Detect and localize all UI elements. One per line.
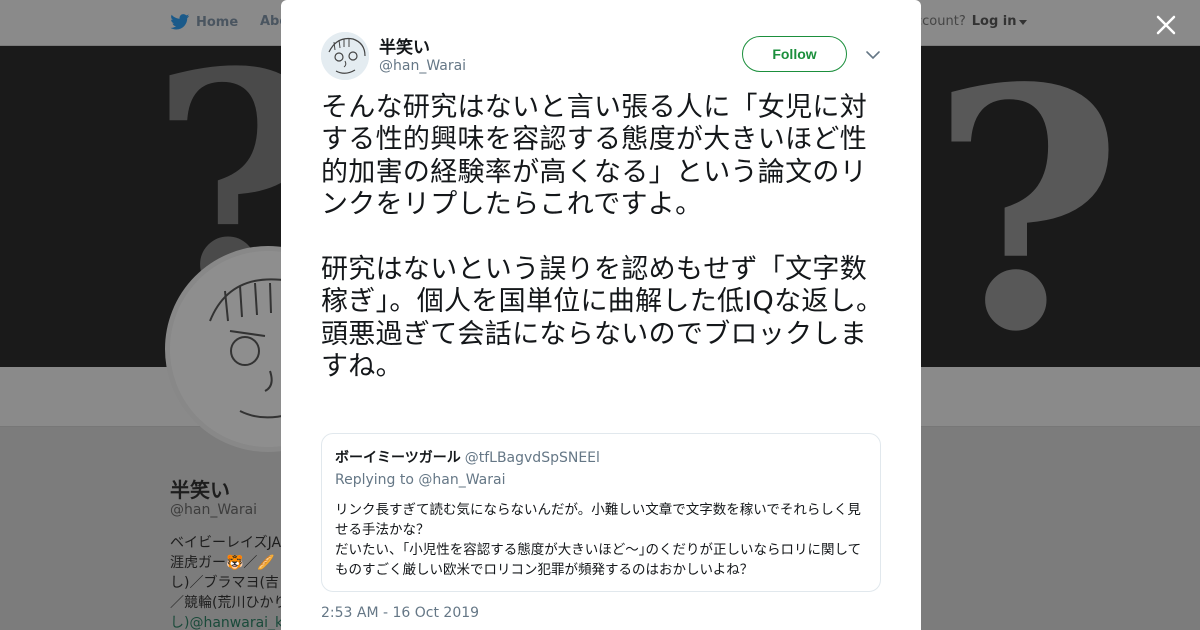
close-icon [1156,15,1176,35]
nav-home[interactable]: Home [170,14,238,30]
account-prompt: ccount? [915,14,966,29]
login-link[interactable]: Log in [972,14,1017,29]
quoted-body-line: リンク長すぎて読む気にならないんだが。小難しい文章で文字数を稼いでそれらしく見せ… [335,502,861,538]
profile-bio: ベイビーレイズJA 涯虎ガー🐯／🥖 し)／ブラマヨ(吉 ／競輪(荒川ひかり し)… [170,533,285,630]
follow-button[interactable]: Follow [742,36,847,72]
bio-line-link[interactable]: し)@hanwarai_ke [170,613,285,630]
tweet-author-handle[interactable]: @han_Warai [379,58,466,74]
tweet-author-name[interactable]: 半笑い [379,33,430,58]
bio-line: し)／ブラマヨ(吉 [170,575,279,591]
tweet-timestamp[interactable]: 2:53 AM - 16 Oct 2019 [321,605,479,621]
tweet-options-caret[interactable] [865,47,881,63]
bio-line: ベイビーレイズJA [170,535,282,551]
tweet-paragraph: 研究はないという誤りを認めもせず「文字数稼ぎ」。個人を国単位に曲解した低IQな返… [321,254,884,318]
nav-login[interactable]: ccount? Log in [915,14,1027,29]
chevron-down-icon [866,51,880,60]
quoted-tweet-card[interactable]: ボーイミーツガール @tfLBagvdSpSNEEl Replying to @h… [321,433,881,592]
close-button[interactable] [1153,12,1179,38]
caret-down-icon [1018,19,1027,25]
bio-line: 涯虎ガー🐯／🥖 [170,555,275,571]
tweet-paragraph: そんな研究はないと言い張る人に「女児に対する性的興味を容認する態度が大きいほど性… [321,92,867,221]
profile-handle: @han_Warai [170,502,258,518]
bio-line: ／競輪(荒川ひかり [170,595,285,611]
profile-name: 半笑い [170,478,230,502]
quoted-body: リンク長すぎて読む気にならないんだが。小難しい文章で文字数を稼いでそれらしく見せ… [335,500,869,580]
quoted-replying-to: Replying to @han_Warai [335,472,506,488]
tweet-author-avatar[interactable] [321,32,369,80]
quoted-author-name: ボーイミーツガール [335,450,461,466]
twitter-bird-icon [170,14,190,30]
tweet-paragraph: 頭悪過ぎて会話にならないのでブロックしますね。 [321,318,867,383]
tweet-text: そんな研究はないと言い張る人に「女児に対する性的興味を容認する態度が大きいほど性… [321,92,886,384]
nav-home-label: Home [196,14,239,30]
quoted-author-handle: @tfLBagvdSpSNEEl [464,450,600,466]
quoted-body-line: だいたい、｢小児性を容認する態度が大きいほど～｣のくだりが正しいならロリに関して… [335,542,862,578]
sketch-face-icon [321,32,369,80]
quoted-author: ボーイミーツガール @tfLBagvdSpSNEEl [335,447,600,467]
banner-question-mark-right: ? [930,46,1124,367]
tweet-modal: 半笑い @han_Warai Follow そんな研究はないと言い張る人に「女児… [281,0,921,630]
